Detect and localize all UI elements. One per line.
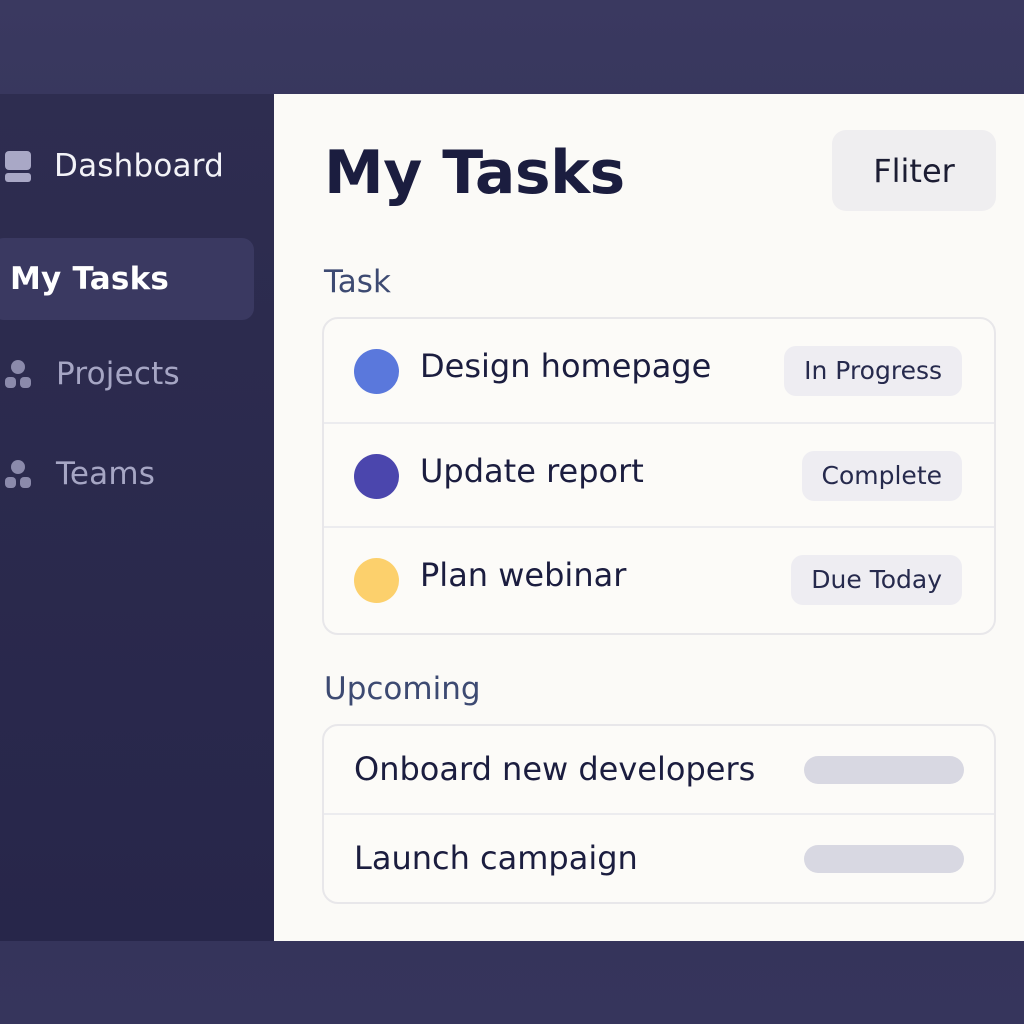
- sidebar-item-label: Projects: [56, 356, 180, 392]
- task-section-label: Task: [324, 264, 391, 300]
- status-badge: Complete: [801, 450, 962, 501]
- upcoming-title: Launch campaign: [354, 839, 638, 877]
- status-dot: [354, 453, 399, 499]
- status-dot: [354, 349, 399, 394]
- filter-button[interactable]: Fliter: [832, 130, 996, 211]
- sidebar-item-label: Dashboard: [54, 148, 224, 184]
- sidebar-item-dashboard[interactable]: Dashboard: [0, 142, 224, 190]
- status-badge: In Progress: [784, 346, 962, 396]
- task-row[interactable]: Plan webinar Due Today: [324, 528, 994, 633]
- task-row[interactable]: Design homepage In Progress: [324, 319, 994, 424]
- sidebar-item-label: Teams: [56, 456, 156, 492]
- task-row[interactable]: Update report Complete: [324, 424, 994, 529]
- sidebar-item-my-tasks[interactable]: My Tasks: [0, 238, 254, 320]
- upcoming-row[interactable]: Onboard new developers: [324, 726, 994, 815]
- task-title: Design homepage: [420, 347, 712, 385]
- placeholder-pill: [804, 845, 964, 873]
- sidebar-item-label: My Tasks: [10, 261, 170, 297]
- task-list: Design homepage In Progress Update repor…: [322, 317, 996, 635]
- status-dot: [354, 558, 399, 604]
- page-title: My Tasks: [324, 138, 625, 208]
- user-icon: [0, 356, 36, 392]
- user-icon: [0, 456, 36, 492]
- sidebar: Dashboard My Tasks Projects Teams: [0, 94, 274, 941]
- upcoming-title: Onboard new developers: [354, 750, 756, 788]
- sidebar-item-teams[interactable]: Teams: [0, 450, 155, 498]
- monitor-icon: [0, 148, 36, 184]
- upcoming-list: Onboard new developers Launch campaign: [322, 724, 996, 904]
- upcoming-row[interactable]: Launch campaign: [324, 815, 994, 902]
- status-badge: Due Today: [791, 555, 962, 606]
- main-panel: My Tasks Fliter Task Design homepage In …: [274, 94, 1024, 941]
- placeholder-pill: [804, 756, 964, 784]
- app-frame: Dashboard My Tasks Projects Teams My Tas…: [0, 0, 1024, 1024]
- sidebar-item-projects[interactable]: Projects: [0, 350, 180, 398]
- upcoming-section-label: Upcoming: [324, 671, 481, 707]
- task-title: Update report: [420, 451, 644, 490]
- task-title: Plan webinar: [420, 556, 627, 595]
